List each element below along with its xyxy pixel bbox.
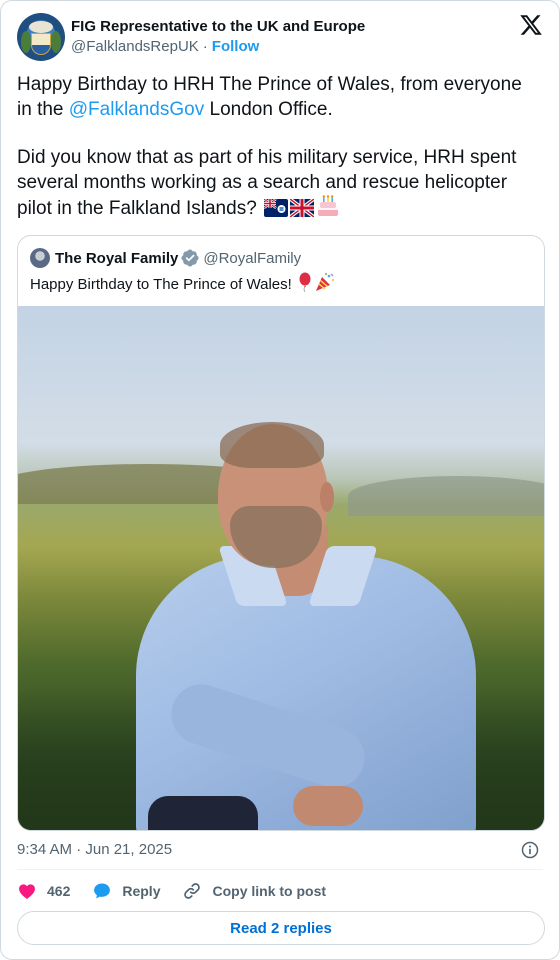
quoted-post-text: Happy Birthday to The Prince of Wales! [30, 272, 336, 295]
copy-link-label: Copy link to post [212, 883, 327, 899]
like-count: 462 [47, 883, 71, 899]
quoted-post[interactable]: The Royal Family @RoyalFamily Happy Birt… [17, 235, 545, 831]
verified-badge-icon [181, 249, 199, 267]
author-name[interactable]: FIG Representative to the UK and Europe [71, 17, 365, 37]
avatar-coat-of-arms [31, 33, 51, 55]
separator-dot: · [202, 38, 208, 55]
quoted-author-avatar[interactable] [30, 248, 50, 268]
birthday-cake-icon [318, 195, 339, 216]
author-subline: @FalklandsRepUK · Follow [71, 38, 259, 55]
heart-icon [19, 884, 35, 899]
post-text: Happy Birthday to HRH The Prince of Wale… [17, 73, 537, 246]
divider [17, 869, 543, 870]
mention-link[interactable]: @FalklandsGov [69, 99, 204, 120]
follow-button[interactable]: Follow [212, 38, 260, 55]
quoted-author-handle[interactable]: @RoyalFamily [203, 250, 301, 267]
copy-link-button[interactable]: Copy link to post [182, 881, 326, 901]
post-actions: 462 Reply Copy link to post [17, 879, 348, 903]
quoted-text-segment: Happy Birthday to The Prince of Wales! [30, 276, 292, 293]
author-handle[interactable]: @FalklandsRepUK [71, 38, 199, 55]
photo-person-ear [320, 482, 334, 512]
post-header: FIG Representative to the UK and Europe … [17, 13, 545, 61]
info-icon[interactable] [520, 840, 540, 860]
x-logo-icon[interactable] [519, 13, 543, 37]
post-paragraph-1: Happy Birthday to HRH The Prince of Wale… [17, 73, 537, 122]
avatar-wreath-right [51, 31, 61, 53]
read-replies-button[interactable]: Read 2 replies [17, 911, 545, 945]
quoted-post-photo[interactable] [18, 306, 544, 830]
embedded-post-card: FIG Representative to the UK and Europe … [0, 0, 560, 960]
party-popper-icon [315, 273, 335, 291]
falkland-islands-flag-icon [264, 199, 289, 217]
author-avatar[interactable] [17, 13, 65, 61]
reply-button[interactable]: Reply [92, 881, 160, 901]
avatar-wreath-left [21, 31, 31, 53]
post-text-segment: London Office. [204, 98, 333, 120]
quoted-author-name[interactable]: The Royal Family [55, 250, 178, 267]
balloon-icon [299, 272, 311, 292]
quoted-post-header: The Royal Family @RoyalFamily [30, 248, 301, 268]
reply-bubble-icon [94, 883, 111, 899]
post-timestamp[interactable]: 9:34 AM · Jun 21, 2025 [17, 840, 172, 860]
link-icon [184, 883, 201, 899]
post-paragraph-2: Did you know that as part of his militar… [17, 146, 537, 222]
union-jack-flag-icon [290, 199, 315, 217]
photo-hill-right [348, 476, 544, 516]
photo-person-hand [293, 786, 363, 826]
like-button[interactable]: 462 [17, 881, 70, 901]
avatar-ram [29, 21, 53, 33]
photo-person-hair [220, 422, 324, 468]
reply-label: Reply [122, 883, 161, 899]
author-info: FIG Representative to the UK and Europe … [71, 17, 365, 57]
photo-person-trousers [148, 796, 258, 830]
